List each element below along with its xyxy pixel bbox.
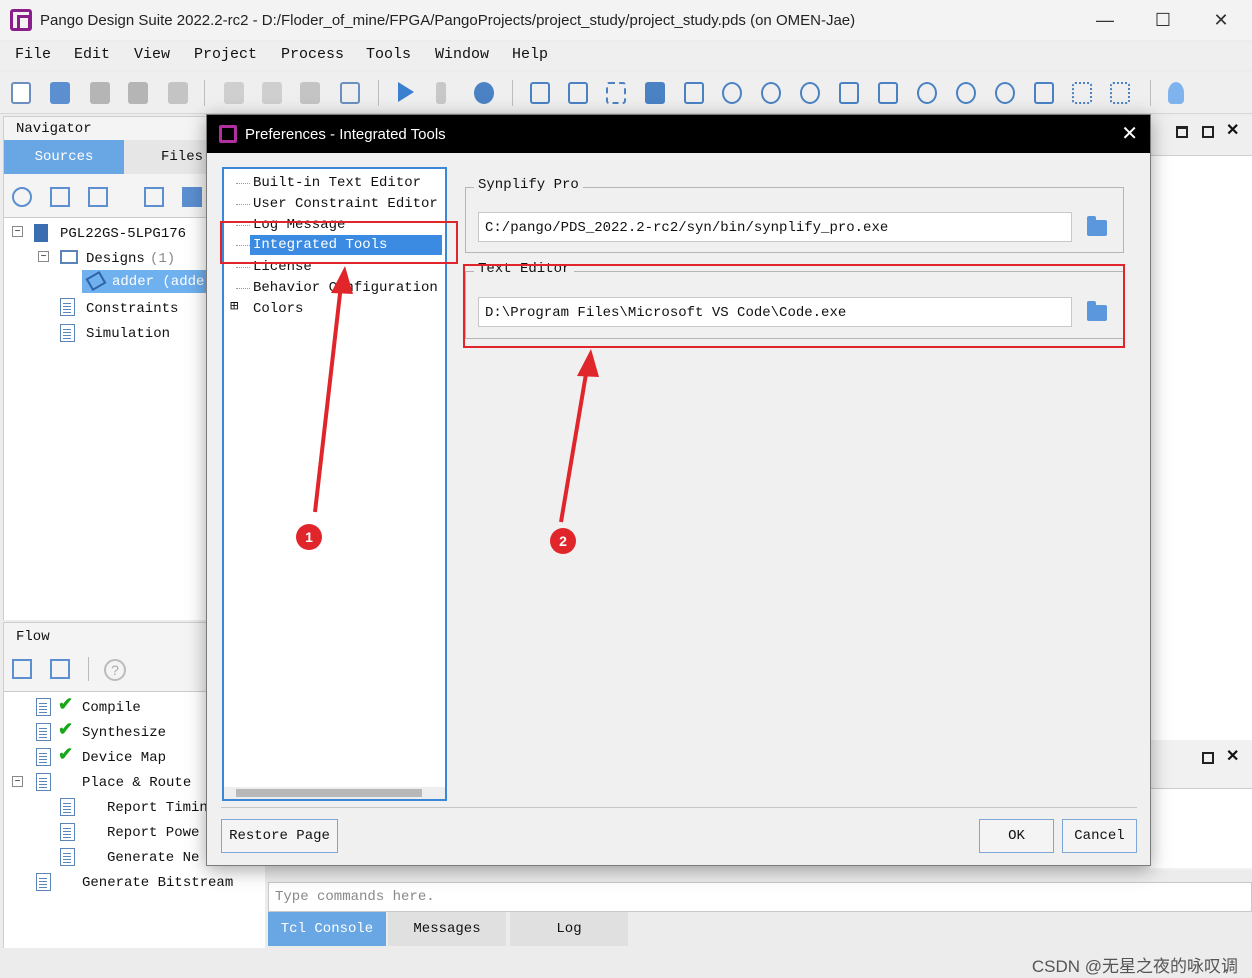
annotation-badge-2: 2 (550, 528, 576, 554)
arrow-2-head (577, 349, 599, 377)
arrow-1-head (331, 266, 353, 294)
annotation-arrows (313, 266, 599, 523)
arrow-1-line (313, 284, 343, 513)
arrow-2-line (559, 367, 589, 523)
annotation-badge-1: 1 (296, 524, 322, 550)
